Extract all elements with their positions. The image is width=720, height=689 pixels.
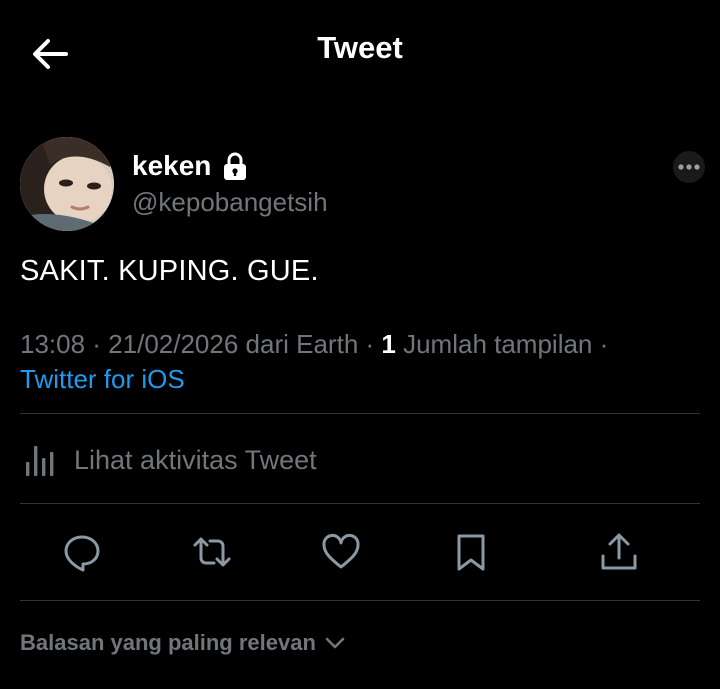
share-button[interactable] [599, 532, 639, 572]
like-button[interactable] [321, 532, 361, 572]
page-title: Tweet [317, 30, 403, 65]
divider [20, 413, 700, 414]
tweet-meta: 13:08 · 21/02/2026 dari Earth · 1 Jumlah… [20, 329, 608, 360]
divider [20, 600, 700, 601]
meta-separator: · [592, 329, 609, 359]
more-options-button[interactable] [670, 150, 708, 184]
view-count: 1 [381, 329, 396, 359]
header-bar: Tweet [0, 0, 720, 105]
replies-sort-label: Balasan yang paling relevan [20, 630, 316, 655]
like-icon [322, 534, 360, 569]
tweet-time[interactable]: 13:08 [20, 329, 85, 359]
tweet-activity-button[interactable]: Lihat aktivitas Tweet [20, 440, 317, 480]
avatar-photo [20, 137, 114, 231]
bookmark-button[interactable] [451, 532, 491, 572]
replies-sort-dropdown[interactable]: Balasan yang paling relevan [20, 630, 346, 656]
meta-separator: · [85, 329, 109, 359]
retweet-button[interactable] [192, 532, 232, 572]
avatar[interactable] [20, 137, 114, 231]
client-link[interactable]: Twitter for iOS [20, 364, 185, 395]
bookmark-icon [457, 534, 485, 571]
tweet-text: SAKIT. KUPING. GUE. [20, 255, 319, 287]
author-handle[interactable]: @kepobangetsih [132, 187, 328, 218]
tweet-location: dari Earth [238, 329, 359, 359]
reply-button[interactable] [62, 532, 102, 572]
reply-icon [64, 535, 100, 572]
view-count-label: Jumlah tampilan [395, 329, 593, 359]
tweet-activity-label: Lihat aktivitas Tweet [74, 444, 317, 475]
retweet-icon [193, 537, 231, 567]
lock-icon [224, 152, 247, 180]
meta-separator: · [358, 329, 382, 359]
author-name-row: keken [132, 150, 249, 182]
more-icon [673, 151, 705, 183]
chevron-down-icon [325, 637, 345, 649]
tweet-date[interactable]: 21/02/2026 [108, 329, 238, 359]
analytics-icon [26, 446, 54, 476]
divider [20, 503, 700, 504]
author-display-name[interactable]: keken [132, 150, 211, 182]
share-icon [601, 533, 637, 570]
